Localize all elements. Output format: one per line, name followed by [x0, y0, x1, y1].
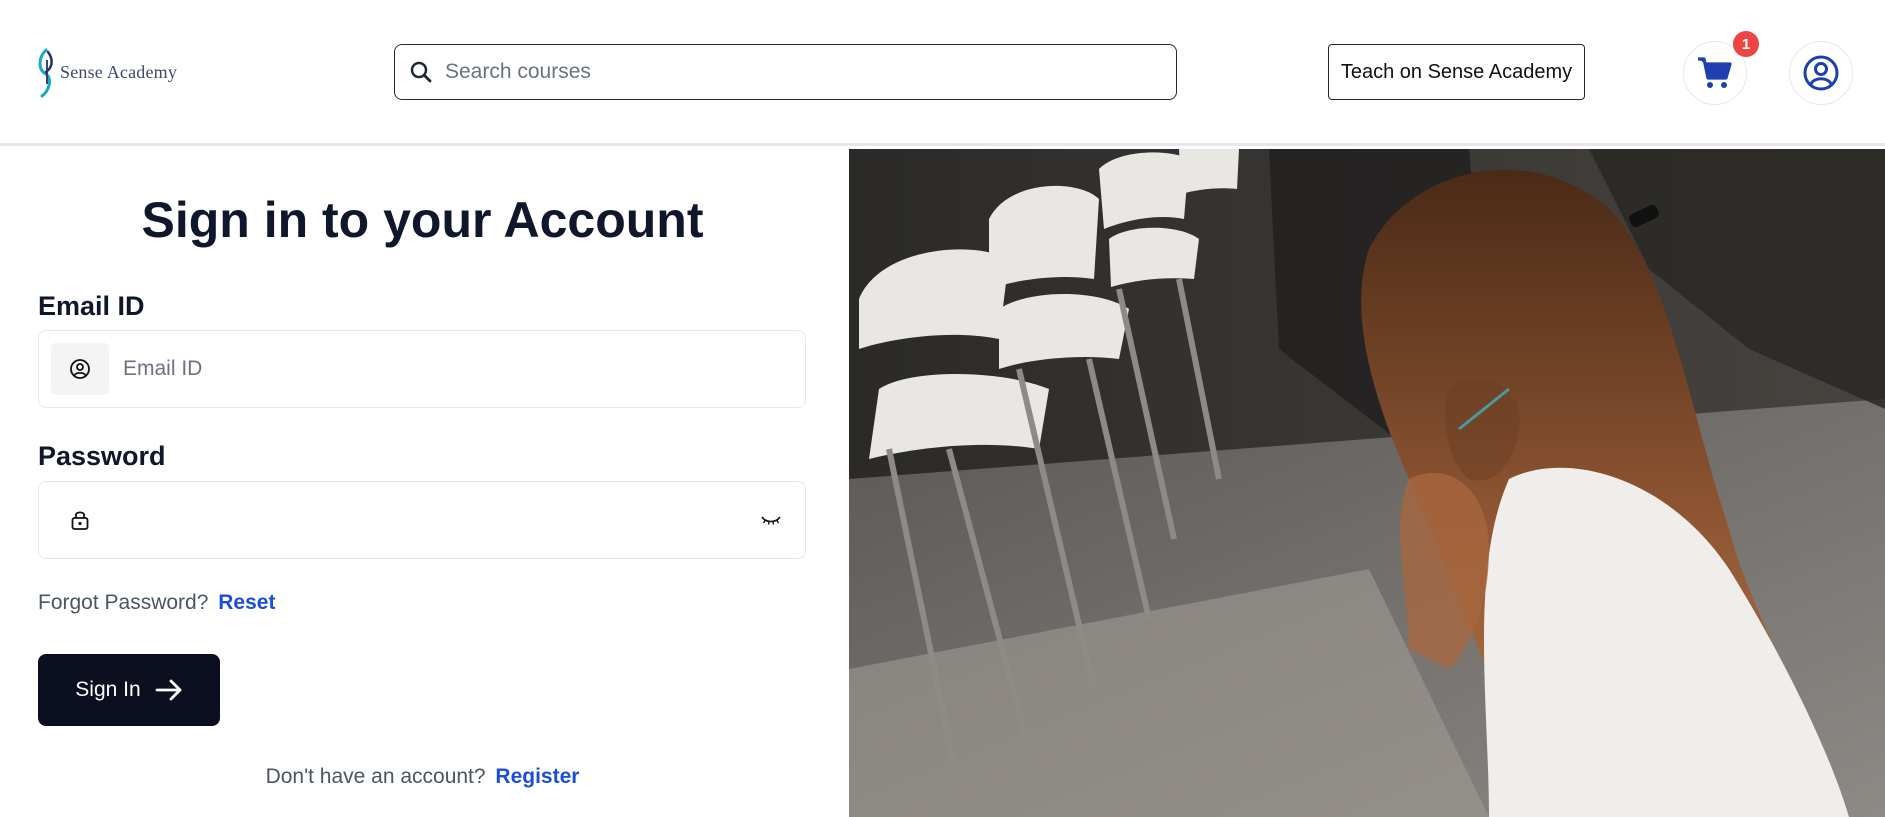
forgot-password-row: Forgot Password? Reset — [38, 591, 275, 615]
sign-in-label: Sign In — [75, 678, 141, 701]
register-link[interactable]: Register — [495, 765, 579, 788]
forgot-password-text: Forgot Password? — [38, 591, 209, 614]
reset-link[interactable]: Reset — [218, 591, 275, 614]
cart-icon — [1698, 57, 1732, 88]
teach-on-sense-academy-button[interactable]: Teach on Sense Academy — [1328, 44, 1585, 100]
email-label: Email ID — [38, 291, 145, 321]
arrow-right-icon — [155, 679, 182, 701]
brand-name: Sense Academy — [60, 61, 178, 82]
search-input[interactable] — [445, 60, 1176, 84]
register-row: Don't have an account? Register — [0, 765, 845, 789]
search-icon — [407, 58, 435, 86]
search-bar[interactable] — [394, 44, 1177, 100]
hero-photo — [849, 149, 1885, 817]
page-title: Sign in to your Account — [141, 192, 704, 248]
user-circle-icon — [1803, 55, 1839, 91]
photo-student-in-classroom — [849, 149, 1885, 817]
signin-form-panel: Sign in to your Account Email ID Passwor… — [0, 149, 849, 817]
user-circle-icon — [51, 343, 109, 395]
sense-logo-icon — [38, 48, 53, 98]
email-input[interactable] — [123, 357, 805, 381]
eye-closed-icon[interactable] — [751, 500, 791, 540]
top-navbar: Sense Academy Teach on Sense Academy 1 — [0, 0, 1885, 146]
password-input[interactable] — [123, 508, 751, 532]
password-label: Password — [38, 441, 166, 471]
brand-logo[interactable]: Sense Academy — [36, 46, 177, 98]
password-field[interactable] — [38, 481, 806, 559]
sign-in-button[interactable]: Sign In — [38, 654, 220, 726]
profile-button[interactable] — [1789, 41, 1853, 105]
lock-icon — [51, 494, 109, 546]
cart-count-badge: 1 — [1733, 31, 1759, 57]
email-field[interactable] — [38, 330, 806, 408]
register-prompt: Don't have an account? — [265, 765, 486, 788]
